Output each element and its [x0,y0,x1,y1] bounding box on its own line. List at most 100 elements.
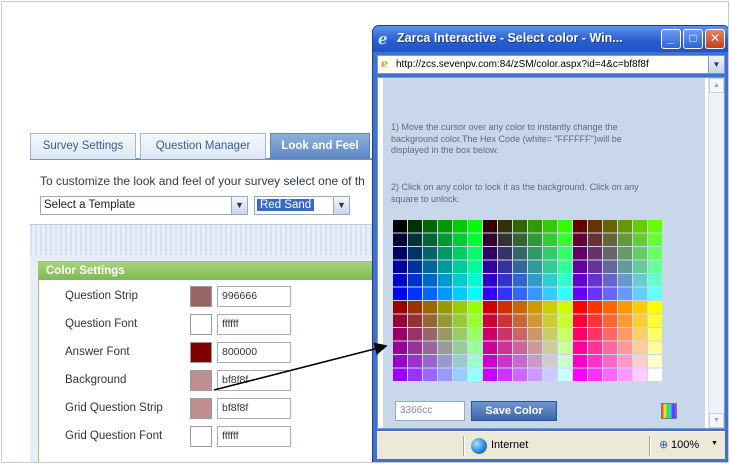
color-cell[interactable] [408,328,422,341]
color-cell[interactable] [603,260,617,274]
maximize-icon[interactable]: □ [683,29,703,49]
color-cell[interactable] [633,328,647,341]
color-cell[interactable] [633,260,647,274]
color-cell[interactable] [603,341,617,355]
color-cell[interactable] [438,355,452,368]
color-cell[interactable] [498,301,512,314]
color-cell[interactable] [468,314,482,328]
color-cell[interactable] [633,287,647,301]
color-cell[interactable] [483,260,497,274]
color-cell[interactable] [468,328,482,341]
color-cell[interactable] [633,247,647,260]
color-swatch[interactable] [190,286,212,307]
color-cell[interactable] [438,247,452,260]
color-cell[interactable] [468,233,482,247]
color-cell[interactable] [513,341,527,355]
color-cell[interactable] [588,260,602,274]
color-cell[interactable] [558,328,572,341]
color-cell[interactable] [573,247,587,260]
color-cell[interactable] [393,355,407,368]
color-cell[interactable] [453,314,467,328]
color-cell[interactable] [513,328,527,341]
color-cell[interactable] [588,328,602,341]
color-cell[interactable] [483,247,497,260]
color-cell[interactable] [558,341,572,355]
color-cell[interactable] [543,368,557,382]
template-select[interactable]: Select a Template ▼ [40,196,248,215]
color-cell[interactable] [543,314,557,328]
color-cell[interactable] [528,301,542,314]
color-cell[interactable] [618,220,632,233]
color-cell[interactable] [453,220,467,233]
color-swatch[interactable] [190,370,212,391]
color-cell[interactable] [453,247,467,260]
color-cell[interactable] [588,220,602,233]
color-cell[interactable] [438,260,452,274]
color-cell[interactable] [438,287,452,301]
color-cell[interactable] [603,274,617,287]
hex-input[interactable]: ffffff [217,426,291,447]
color-cell[interactable] [468,368,482,382]
color-cell[interactable] [468,247,482,260]
color-cell[interactable] [513,220,527,233]
color-cell[interactable] [453,260,467,274]
color-cell[interactable] [528,274,542,287]
color-cell[interactable] [618,274,632,287]
color-cell[interactable] [438,301,452,314]
color-cell[interactable] [438,341,452,355]
address-bar[interactable]: ℯ http://zcs.sevenpv.com:84/zSM/color.as… [377,55,725,74]
color-cell[interactable] [648,301,662,314]
color-cell[interactable] [573,287,587,301]
color-cell[interactable] [603,220,617,233]
color-cell[interactable] [573,233,587,247]
color-cell[interactable] [498,220,512,233]
color-cell[interactable] [498,260,512,274]
color-cell[interactable] [513,314,527,328]
color-cell[interactable] [453,287,467,301]
color-cell[interactable] [528,368,542,382]
color-cell[interactable] [483,233,497,247]
color-swatch[interactable] [190,426,212,447]
color-cell[interactable] [423,368,437,382]
color-cell[interactable] [468,220,482,233]
scroll-down-icon[interactable]: ▼ [709,413,724,428]
color-cell[interactable] [483,287,497,301]
color-cell[interactable] [603,368,617,382]
color-cell[interactable] [393,301,407,314]
color-cell[interactable] [513,355,527,368]
color-cell[interactable] [618,287,632,301]
color-cell[interactable] [618,328,632,341]
color-cell[interactable] [528,314,542,328]
color-cell[interactable] [528,220,542,233]
color-cell[interactable] [648,355,662,368]
color-cell[interactable] [543,274,557,287]
theme-select[interactable]: Red Sand ▼ [254,196,350,215]
scroll-up-icon[interactable]: ▲ [709,78,724,93]
zoom-level[interactable]: 100% [671,439,699,451]
color-cell[interactable] [423,301,437,314]
color-cell[interactable] [453,355,467,368]
color-cell[interactable] [513,260,527,274]
color-cell[interactable] [393,233,407,247]
color-cell[interactable] [648,247,662,260]
color-cell[interactable] [648,368,662,382]
color-cell[interactable] [558,274,572,287]
color-cell[interactable] [648,328,662,341]
color-cell[interactable] [423,328,437,341]
color-cell[interactable] [633,355,647,368]
color-cell[interactable] [393,328,407,341]
color-cell[interactable] [483,341,497,355]
color-cell[interactable] [648,260,662,274]
color-cell[interactable] [603,314,617,328]
tab-look-and-feel[interactable]: Look and Feel [270,133,370,159]
color-cell[interactable] [408,220,422,233]
color-cell[interactable] [513,301,527,314]
color-cell[interactable] [603,247,617,260]
color-cell[interactable] [408,274,422,287]
color-cell[interactable] [603,328,617,341]
vertical-scrollbar[interactable]: ▲ ▼ [708,78,724,428]
color-cell[interactable] [468,341,482,355]
color-cell[interactable] [648,314,662,328]
color-cell[interactable] [543,247,557,260]
color-cell[interactable] [438,220,452,233]
